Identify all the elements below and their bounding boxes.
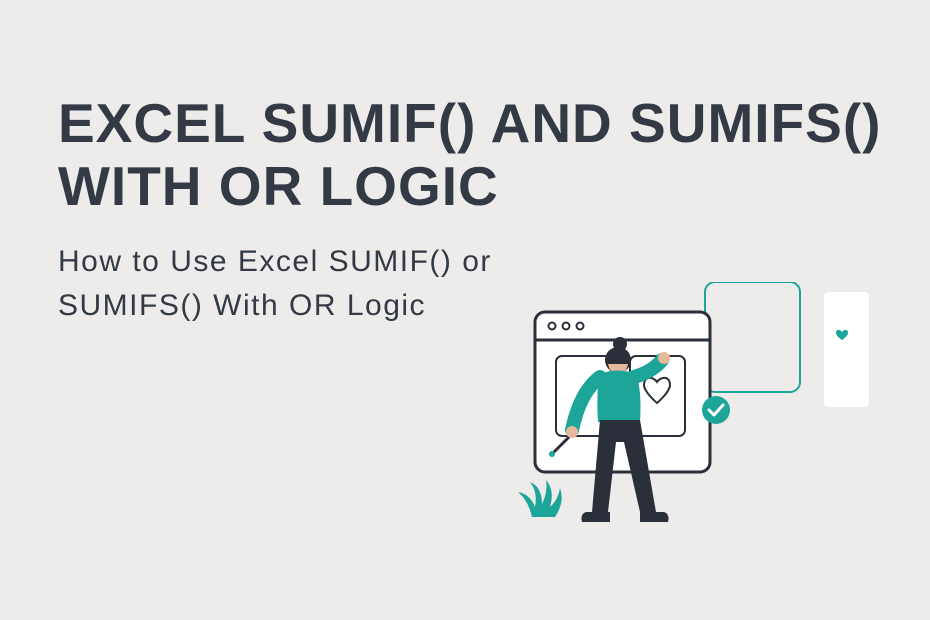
checkmark-badge-icon bbox=[702, 396, 730, 424]
hero-illustration bbox=[500, 282, 890, 542]
sidebar-card-icon bbox=[824, 292, 869, 407]
subtitle-line-2: SUMIFS() With OR Logic bbox=[58, 289, 426, 322]
illustration-svg bbox=[500, 282, 890, 542]
page-title: EXCEL SUMIF() AND SUMIFS() WITH OR LOGIC bbox=[58, 92, 881, 219]
page-subtitle: How to Use Excel SUMIF() or SUMIFS() Wit… bbox=[58, 240, 492, 327]
title-line-1: EXCEL SUMIF() AND SUMIFS() bbox=[58, 92, 881, 154]
title-line-2: WITH OR LOGIC bbox=[58, 155, 499, 217]
subtitle-line-1: How to Use Excel SUMIF() or bbox=[58, 245, 492, 278]
plant-icon bbox=[518, 480, 562, 517]
card-outline-icon bbox=[705, 282, 800, 392]
